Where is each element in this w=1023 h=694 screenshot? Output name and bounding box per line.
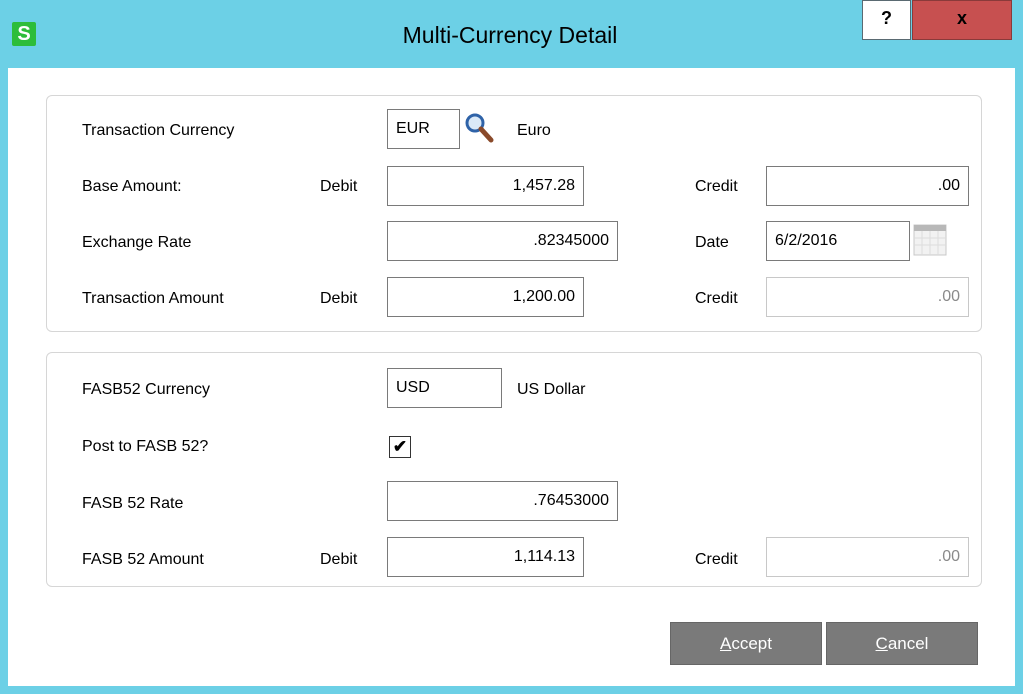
- transaction-amount-label: Transaction Amount: [82, 290, 224, 307]
- exchange-rate-input[interactable]: .82345000: [387, 221, 618, 261]
- transaction-currency-input[interactable]: EUR: [387, 109, 460, 149]
- base-debit-label: Debit: [320, 178, 358, 195]
- fasb52-credit-input: .00: [766, 537, 969, 577]
- transaction-debit-label: Debit: [320, 290, 358, 307]
- fasb52-group: FASB52 Currency USD US Dollar Post to FA…: [46, 352, 982, 587]
- fasb52-rate-label: FASB 52 Rate: [82, 495, 184, 512]
- base-credit-input[interactable]: .00: [766, 166, 969, 206]
- accept-mnemonic: A: [720, 634, 732, 653]
- fasb52-currency-input[interactable]: USD: [387, 368, 502, 408]
- fasb52-debit-label: Debit: [320, 551, 358, 568]
- transaction-credit-input: .00: [766, 277, 969, 317]
- dialog-window: S Multi-Currency Detail ? x Transaction …: [0, 0, 1023, 694]
- transaction-credit-label: Credit: [695, 290, 738, 307]
- transaction-currency-name: Euro: [517, 122, 551, 139]
- transaction-debit-input[interactable]: 1,200.00: [387, 277, 584, 317]
- cancel-label: ancel: [887, 634, 929, 653]
- accept-label: ccept: [731, 634, 772, 653]
- base-amount-label: Base Amount:: [82, 178, 182, 195]
- currency-lookup-icon[interactable]: [464, 112, 494, 144]
- cancel-mnemonic: C: [875, 634, 888, 653]
- window-frame-bottom: [0, 686, 1023, 694]
- title-bar[interactable]: S Multi-Currency Detail ? x: [0, 0, 1023, 78]
- close-button[interactable]: x: [912, 0, 1012, 40]
- fasb52-rate-input[interactable]: .76453000: [387, 481, 618, 521]
- fasb52-currency-label: FASB52 Currency: [82, 381, 211, 398]
- exchange-rate-label: Exchange Rate: [82, 234, 192, 251]
- fasb52-debit-input[interactable]: 1,114.13: [387, 537, 584, 577]
- calendar-icon[interactable]: [913, 224, 947, 256]
- transaction-currency-label: Transaction Currency: [82, 122, 235, 139]
- date-input[interactable]: 6/2/2016: [766, 221, 910, 261]
- app-icon: S: [12, 22, 36, 46]
- fasb52-currency-name: US Dollar: [517, 381, 586, 398]
- cancel-button[interactable]: Cancel: [826, 622, 978, 665]
- transaction-currency-group: Transaction Currency EUR Euro Base Amoun…: [46, 95, 982, 332]
- base-credit-label: Credit: [695, 178, 738, 195]
- accept-button[interactable]: Accept: [670, 622, 822, 665]
- post-fasb52-label: Post to FASB 52?: [82, 438, 209, 455]
- dialog-body: Transaction Currency EUR Euro Base Amoun…: [8, 68, 1015, 686]
- fasb52-amount-label: FASB 52 Amount: [82, 551, 204, 568]
- dialog-title: Multi-Currency Detail: [402, 22, 618, 48]
- fasb52-credit-label: Credit: [695, 551, 738, 568]
- date-label: Date: [695, 234, 729, 251]
- help-button[interactable]: ?: [862, 0, 911, 40]
- post-fasb52-checkbox[interactable]: ✔: [389, 436, 411, 458]
- base-debit-input[interactable]: 1,457.28: [387, 166, 584, 206]
